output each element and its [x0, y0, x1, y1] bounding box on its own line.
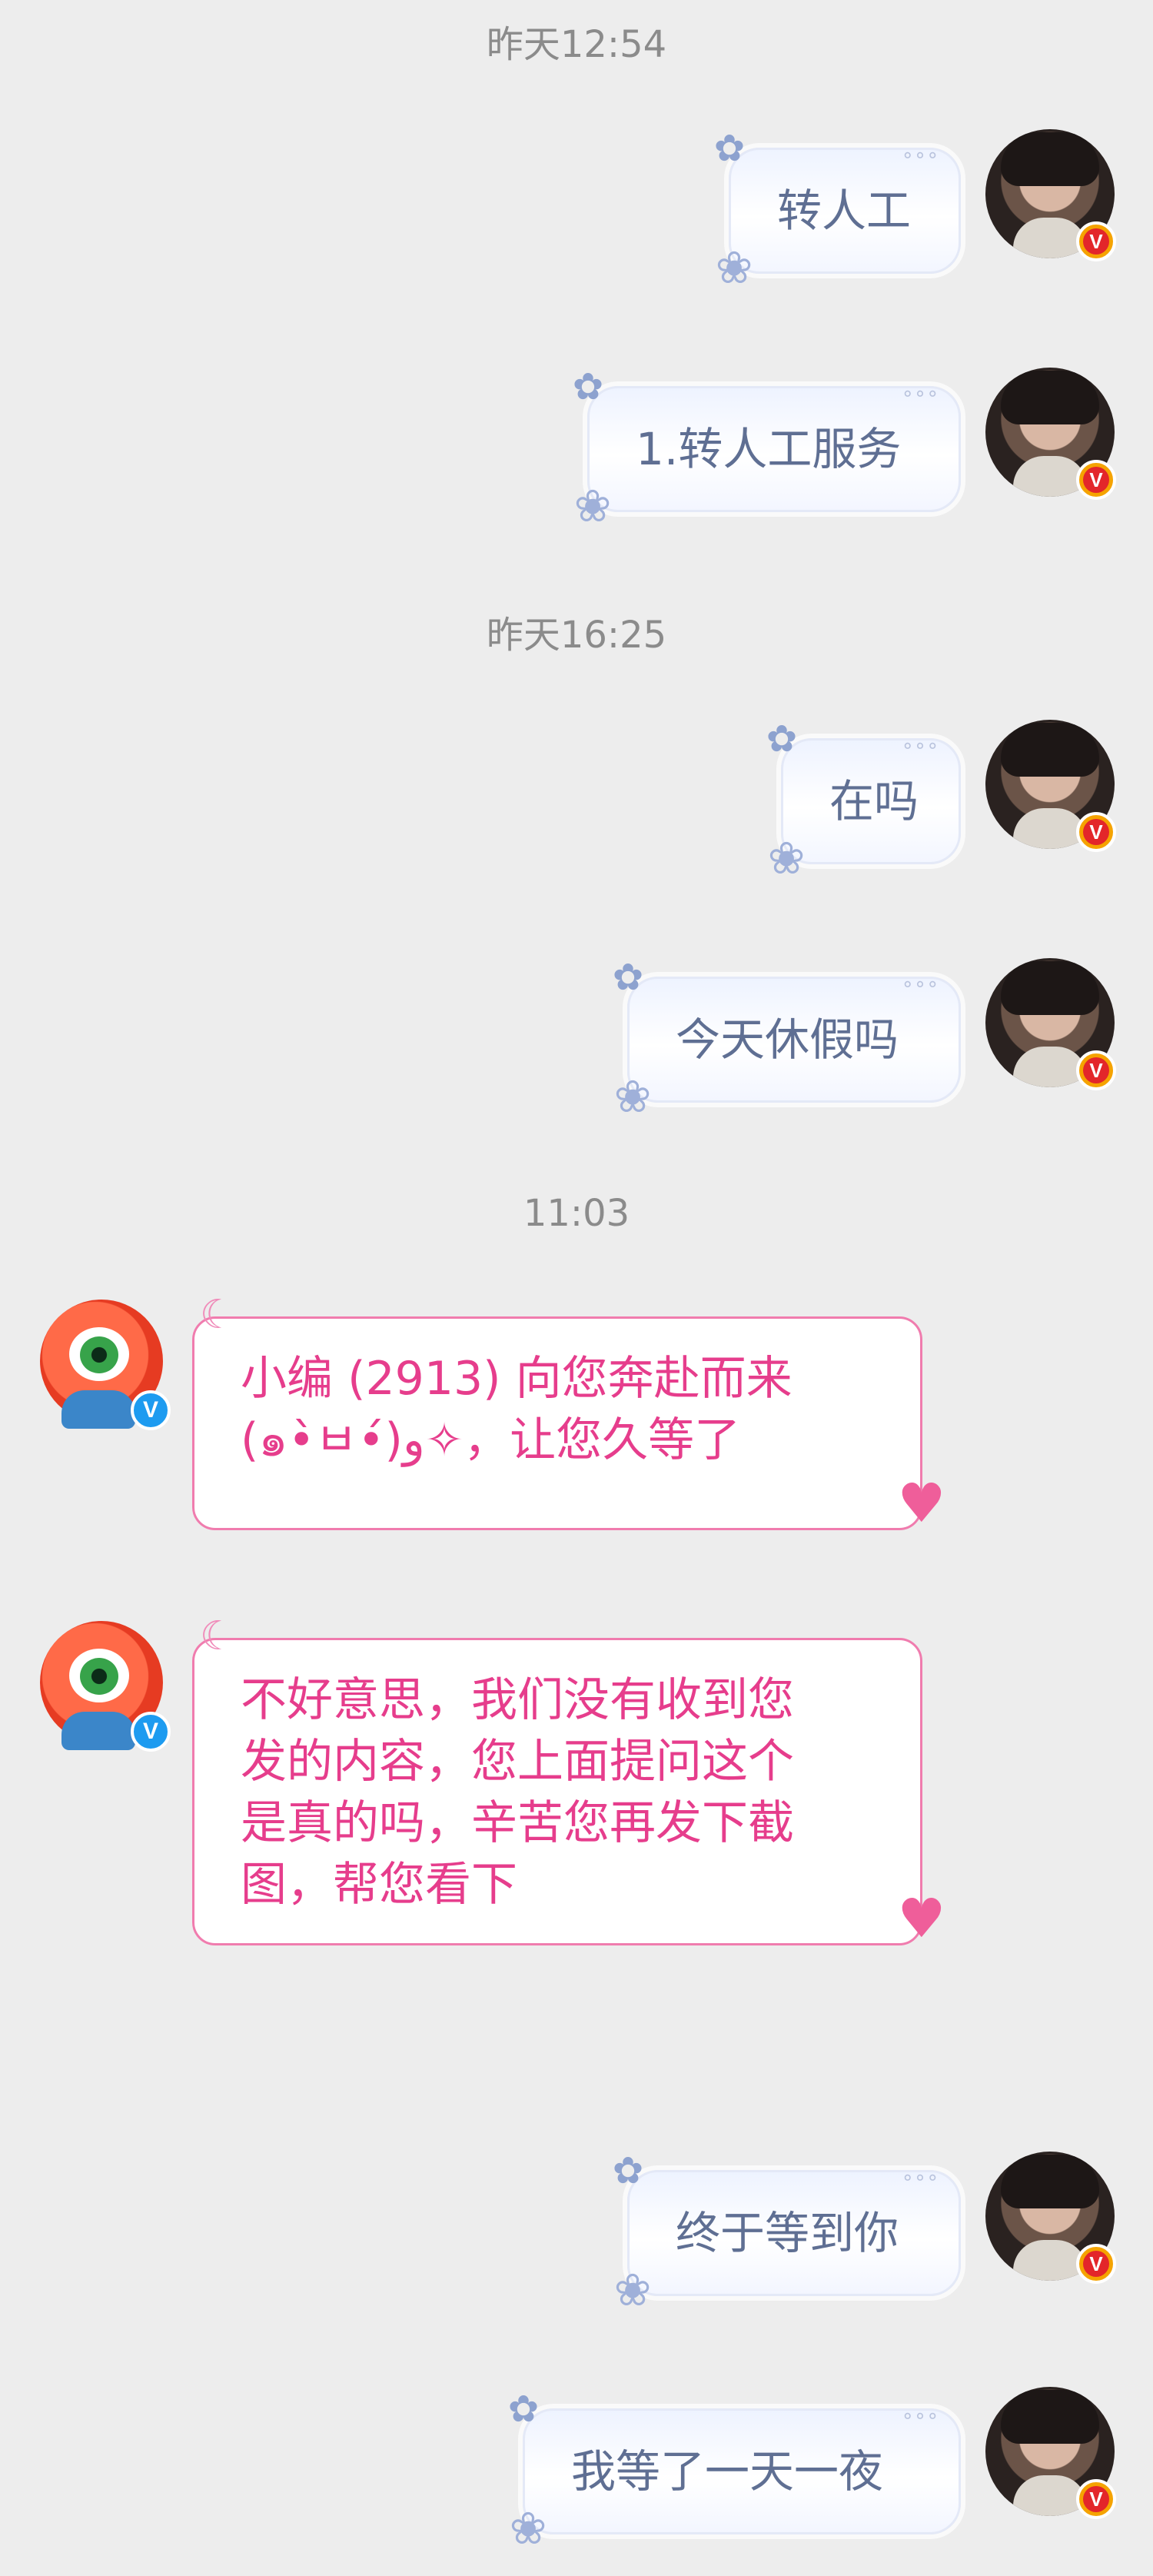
message-text: 我等了一天一夜 — [571, 2445, 884, 2498]
verified-badge-icon: V — [1076, 1050, 1116, 1090]
flower-icon: ❀ — [573, 480, 612, 532]
moon-icon: ☾ — [199, 1292, 236, 1338]
butterfly-icon: ✿ — [766, 717, 798, 760]
flower-icon: ❀ — [509, 2502, 547, 2554]
bot-avatar[interactable]: V — [38, 1621, 171, 1752]
message-bubble-user[interactable]: ✿ ∘∘∘ ❀ 终于等到你 — [613, 2149, 961, 2316]
message-bubble-bot[interactable]: ☾ 小编 (2913) 向您奔赴而来 (๑•̀ㅂ•́)و✧，让您久等了 ♥ — [192, 1292, 945, 1535]
verified-badge-icon: V — [1076, 2244, 1116, 2284]
flower-icon: ❀ — [715, 241, 753, 294]
flower-icon: ❀ — [613, 1070, 652, 1123]
message-text: 是真的吗，辛苦您再发下截 — [241, 1796, 794, 1850]
butterfly-icon: ✿ — [713, 127, 746, 170]
sparkle-icon: ∘∘∘ — [901, 382, 939, 405]
sparkle-icon: ∘∘∘ — [901, 734, 939, 757]
moon-icon: ☾ — [199, 1613, 236, 1659]
butterfly-icon: ✿ — [572, 365, 604, 408]
verified-badge-icon: V — [131, 1712, 171, 1752]
message-text: 图，帮您看下 — [241, 1858, 517, 1912]
message-bubble-user[interactable]: ✿ ∘∘∘ ❀ 转人工 — [714, 127, 961, 294]
user-avatar[interactable]: V — [985, 958, 1116, 1090]
verified-badge-icon: V — [1076, 460, 1116, 500]
user-avatar[interactable]: V — [985, 368, 1116, 500]
message-text: (๑•̀ㅂ•́)و✧，让您久等了 — [241, 1413, 741, 1467]
butterfly-icon: ✿ — [507, 2388, 540, 2431]
user-avatar[interactable]: V — [985, 2152, 1116, 2284]
message-bubble-user[interactable]: ✿ ∘∘∘ ❀ 1.转人工服务 — [573, 365, 961, 532]
bot-avatar[interactable]: V — [38, 1300, 171, 1430]
timestamp: 11:03 — [523, 1192, 630, 1235]
message-bubble-bot[interactable]: ☾ 不好意思，我们没有收到您 发的内容，您上面提问这个 是真的吗，辛苦您再发下截… — [192, 1613, 945, 1950]
sparkle-icon: ∘∘∘ — [901, 2166, 939, 2189]
user-avatar[interactable]: V — [985, 720, 1116, 852]
verified-badge-icon: V — [1076, 2479, 1116, 2519]
flower-icon: ❀ — [613, 2264, 652, 2316]
message-text: 终于等到你 — [676, 2207, 899, 2259]
message-text: 转人工 — [777, 185, 912, 237]
sparkle-icon: ∘∘∘ — [901, 144, 939, 167]
message-text: 小编 (2913) 向您奔赴而来 — [241, 1352, 792, 1406]
verified-badge-icon: V — [1076, 812, 1116, 852]
message-text: 今天休假吗 — [676, 1013, 899, 1066]
sparkle-icon: ∘∘∘ — [901, 2405, 939, 2428]
flower-icon: ❀ — [767, 832, 806, 884]
message-bubble-user[interactable]: ✿ ∘∘∘ ❀ 在吗 — [766, 717, 961, 884]
verified-badge-icon: V — [131, 1390, 171, 1430]
message-text: 在吗 — [829, 775, 919, 827]
timestamp: 昨天16:25 — [486, 614, 667, 657]
message-bubble-user[interactable]: ✿ ∘∘∘ ❀ 我等了一天一夜 — [508, 2388, 961, 2554]
user-avatar[interactable]: V — [985, 2387, 1116, 2519]
message-bubble-user[interactable]: ✿ ∘∘∘ ❀ 今天休假吗 — [613, 956, 961, 1123]
butterfly-icon: ✿ — [612, 2149, 644, 2192]
sparkle-icon: ∘∘∘ — [901, 973, 939, 996]
message-text: 发的内容，您上面提问这个 — [241, 1735, 794, 1789]
verified-badge-icon: V — [1076, 221, 1116, 261]
message-text: 1.转人工服务 — [636, 423, 902, 475]
bird-icon: ♥ — [897, 1887, 946, 1950]
timestamp: 昨天12:54 — [486, 23, 667, 66]
bird-icon: ♥ — [897, 1472, 946, 1535]
user-avatar[interactable]: V — [985, 129, 1116, 261]
butterfly-icon: ✿ — [612, 956, 644, 999]
message-text: 不好意思，我们没有收到您 — [241, 1673, 794, 1727]
